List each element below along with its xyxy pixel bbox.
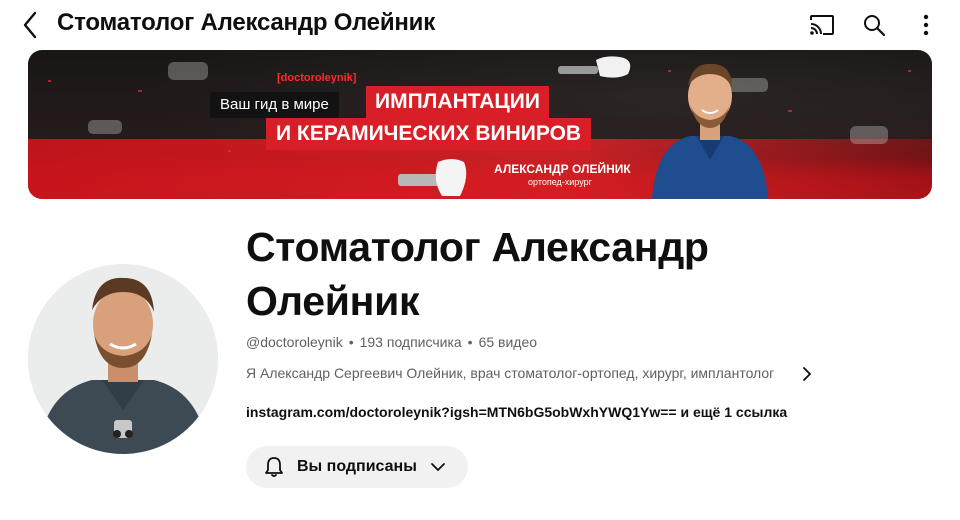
banner-guide-text: Ваш гид в мире: [210, 92, 339, 118]
channel-banner: [doctoroleynik] Ваш гид в мире ИМПЛАНТАЦ…: [28, 50, 932, 199]
top-app-bar: Стоматолог Александр Олейник: [0, 0, 960, 50]
banner-doctor-photo: [652, 63, 768, 199]
channel-handle: @doctoroleynik: [246, 334, 343, 350]
channel-description[interactable]: Я Александр Сергеевич Олейник, врач стом…: [246, 365, 816, 381]
channel-avatar[interactable]: [28, 264, 218, 454]
separator-dot: •: [467, 334, 473, 350]
banner-doctor-role: ортопед-хирург: [528, 177, 592, 187]
search-icon: [864, 15, 886, 37]
description-text: Я Александр Сергеевич Олейник, врач стом…: [246, 365, 775, 381]
back-button[interactable]: [14, 8, 46, 42]
subscribed-label: Вы подписаны: [297, 458, 417, 475]
channel-meta: @doctoroleynik • 193 подписчика • 65 видео: [246, 334, 537, 350]
more-vertical-icon: [923, 14, 929, 36]
subscriber-count: 193 подписчика: [359, 334, 462, 350]
bell-icon: [265, 457, 283, 477]
separator-dot: •: [348, 334, 354, 350]
banner-tag: [doctoroleynik]: [277, 72, 357, 84]
page-title: Стоматолог Александр Олейник: [57, 9, 436, 36]
more-button[interactable]: [910, 9, 942, 41]
banner-highlight-veneers: И КЕРАМИЧЕСКИХ ВИНИРОВ: [266, 118, 592, 150]
chevron-down-icon: [431, 463, 445, 471]
banner-highlight-implants: ИМПЛАНТАЦИИ: [366, 86, 549, 118]
back-icon: [23, 11, 37, 39]
channel-links[interactable]: instagram.com/doctoroleynik?igsh=MTN6bG5…: [246, 404, 787, 420]
subscribed-button[interactable]: Вы подписаны: [246, 446, 468, 488]
channel-name: Стоматолог Александр Олейник: [246, 224, 709, 324]
video-count: 65 видео: [478, 334, 538, 350]
cast-button[interactable]: [806, 9, 838, 41]
chevron-right-icon: [803, 367, 811, 381]
search-button[interactable]: [858, 9, 890, 41]
cast-icon: [810, 15, 834, 35]
banner-doctor-name: АЛЕКСАНДР ОЛЕЙНИК: [494, 162, 631, 176]
avatar-photo: [28, 264, 218, 454]
